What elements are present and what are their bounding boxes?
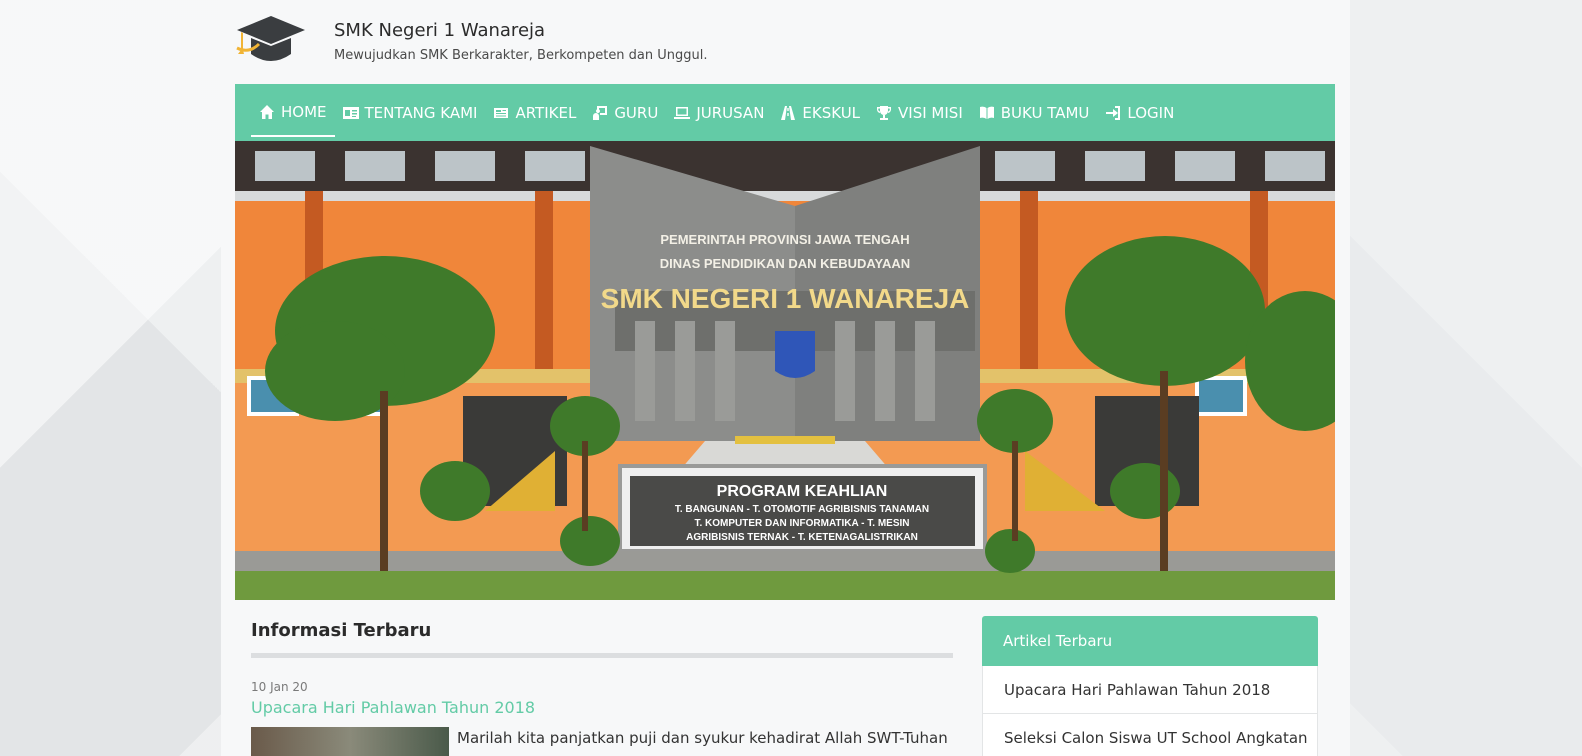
- sidebar-article-link[interactable]: Upacara Hari Pahlawan Tahun 2018: [982, 666, 1318, 714]
- nav-item-tentang-kami[interactable]: TENTANG KAMI: [335, 89, 486, 137]
- post-date: 10 Jan 20: [251, 680, 308, 694]
- board-line-2: T. KOMPUTER DAN INFORMATIKA - T. MESIN: [695, 518, 910, 529]
- teacher-icon: [593, 105, 608, 120]
- laptop-icon: [674, 106, 691, 119]
- board-title: PROGRAM KEAHLIAN: [717, 483, 888, 500]
- school-building-photo: PEMERINTAH PROVINSI JAWA TENGAH DINAS PE…: [235, 141, 1335, 600]
- graduation-cap-logo-icon[interactable]: [235, 14, 307, 70]
- trophy-icon: [877, 105, 892, 120]
- nav-item-artikel[interactable]: ARTIKEL: [485, 89, 584, 137]
- nav-item-login[interactable]: LOGIN: [1097, 89, 1182, 137]
- post-title-link[interactable]: Upacara Hari Pahlawan Tahun 2018: [251, 698, 953, 717]
- nav-label: LOGIN: [1127, 103, 1175, 122]
- sign-school-name: SMK NEGERI 1 WANAREJA: [601, 283, 970, 314]
- newspaper-icon: [494, 107, 509, 118]
- nav-label: TENTANG KAMI: [364, 103, 478, 122]
- sign-in-icon: [1106, 105, 1121, 120]
- post-body: Marilah kita panjatkan puji dan syukur k…: [251, 727, 953, 756]
- post-excerpt: Marilah kita panjatkan puji dan syukur k…: [457, 729, 948, 747]
- site-header: SMK Negeri 1 Wanareja Mewujudkan SMK Ber…: [235, 0, 1335, 84]
- board-line-1: T. BANGUNAN - T. OTOMOTIF AGRIBISNIS TAN…: [675, 504, 929, 515]
- nav-label: VISI MISI: [898, 103, 963, 122]
- nav-label: EKSKUL: [802, 103, 861, 122]
- nav-label: JURUSAN: [696, 103, 765, 122]
- nav-item-ekskul[interactable]: EKSKUL: [772, 89, 868, 137]
- main-content: Informasi Terbaru 10 Jan 20 Upacara Hari…: [251, 612, 953, 756]
- section-title: Informasi Terbaru: [251, 620, 432, 641]
- site-title[interactable]: SMK Negeri 1 Wanareja: [334, 20, 545, 41]
- home-icon: [260, 104, 274, 119]
- sidebar-article-link[interactable]: Seleksi Calon Siswa UT School Angkatan: [982, 714, 1318, 756]
- nav-item-jurusan[interactable]: JURUSAN: [666, 89, 772, 137]
- board-line-3: AGRIBISNIS TERNAK - T. KETENAGALISTRIKAN: [686, 532, 918, 543]
- main-navbar: HOME TENTANG KAMI ARTIKEL GURU JURUSAN E…: [235, 84, 1335, 141]
- sidebar-heading: Artikel Terbaru: [982, 616, 1318, 666]
- nav-item-home[interactable]: HOME: [251, 89, 335, 137]
- sign-line-2: DINAS PENDIDIKAN DAN KEBUDAYAAN: [660, 256, 910, 271]
- nav-label: BUKU TAMU: [1000, 103, 1090, 122]
- nav-item-guru[interactable]: GURU: [584, 89, 666, 137]
- road-icon: [781, 105, 796, 120]
- nav-item-visi-misi[interactable]: VISI MISI: [868, 89, 971, 137]
- book-icon: [979, 106, 994, 119]
- post-thumbnail[interactable]: [251, 727, 449, 756]
- nav-label: GURU: [614, 103, 659, 122]
- nav-label: ARTIKEL: [515, 103, 577, 122]
- section-divider: [251, 653, 953, 658]
- sign-line-1: PEMERINTAH PROVINSI JAWA TENGAH: [660, 232, 909, 247]
- nav-label: HOME: [281, 102, 327, 121]
- site-tagline: Mewujudkan SMK Berkarakter, Berkompeten …: [334, 48, 708, 63]
- id-card-icon: [342, 106, 359, 119]
- nav-item-buku-tamu[interactable]: BUKU TAMU: [971, 89, 1098, 137]
- sidebar-latest-articles: Artikel Terbaru Upacara Hari Pahlawan Ta…: [982, 616, 1318, 756]
- page-container: SMK Negeri 1 Wanareja Mewujudkan SMK Ber…: [221, 0, 1350, 756]
- hero-banner-image: PEMERINTAH PROVINSI JAWA TENGAH DINAS PE…: [235, 141, 1335, 600]
